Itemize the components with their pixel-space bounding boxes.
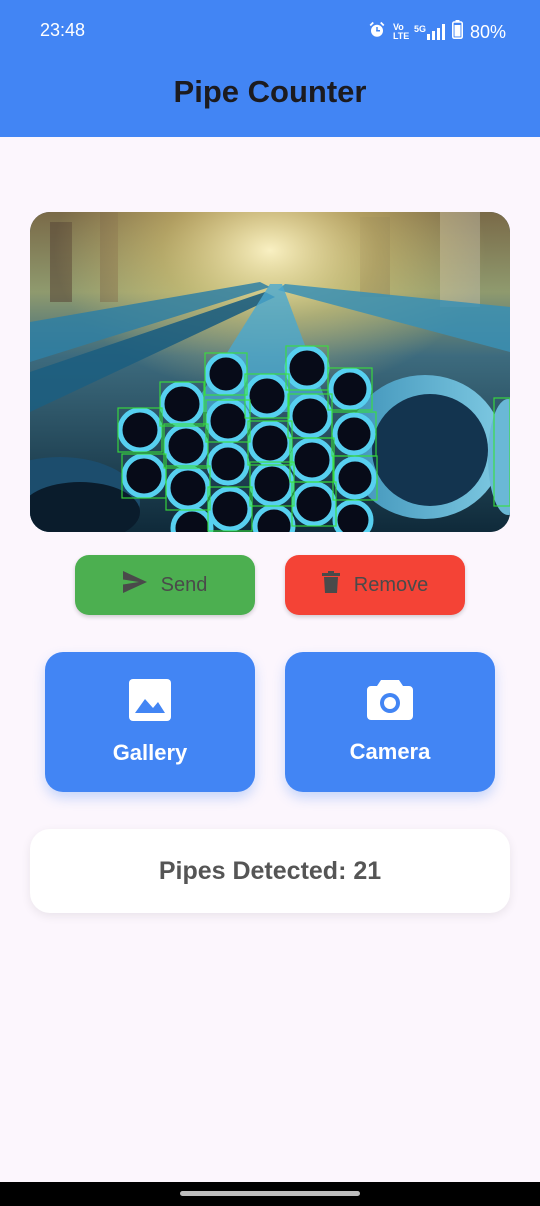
camera-label: Camera — [349, 738, 431, 764]
app-header: 23:48 Vo LTE 5G 80% Pipe Counter — [0, 0, 540, 137]
battery-level: 80% — [469, 21, 506, 42]
send-button[interactable]: Send — [75, 555, 255, 615]
result-card: Pipes Detected: 21 — [30, 829, 510, 913]
system-nav-bar — [0, 1182, 540, 1206]
send-label: Send — [160, 573, 208, 596]
pipes-detected-count: Pipes Detected: 21 — [158, 856, 382, 885]
camera-icon — [367, 679, 413, 725]
camera-button[interactable]: Camera — [285, 652, 495, 792]
battery-icon — [451, 20, 463, 44]
remove-button[interactable]: Remove — [285, 555, 465, 615]
volte-icon: Vo LTE — [392, 22, 410, 41]
send-icon — [122, 571, 147, 599]
image-icon — [129, 678, 171, 726]
status-time: 23:48 — [40, 20, 86, 40]
gallery-label: Gallery — [112, 739, 188, 765]
trash-icon — [321, 571, 340, 599]
network-label: 5G — [413, 24, 426, 34]
5g-signal-icon: 5G — [414, 24, 445, 40]
home-gesture-handle[interactable] — [180, 1191, 360, 1196]
remove-label: Remove — [353, 573, 429, 596]
screen: 23:48 Vo LTE 5G 80% Pipe Counter Send Re… — [0, 0, 540, 1206]
status-icons: Vo LTE 5G 80% — [368, 20, 506, 44]
gallery-button[interactable]: Gallery — [45, 652, 255, 792]
image-preview — [30, 212, 510, 532]
alarm-icon — [368, 21, 386, 44]
page-title: Pipe Counter — [173, 74, 367, 109]
